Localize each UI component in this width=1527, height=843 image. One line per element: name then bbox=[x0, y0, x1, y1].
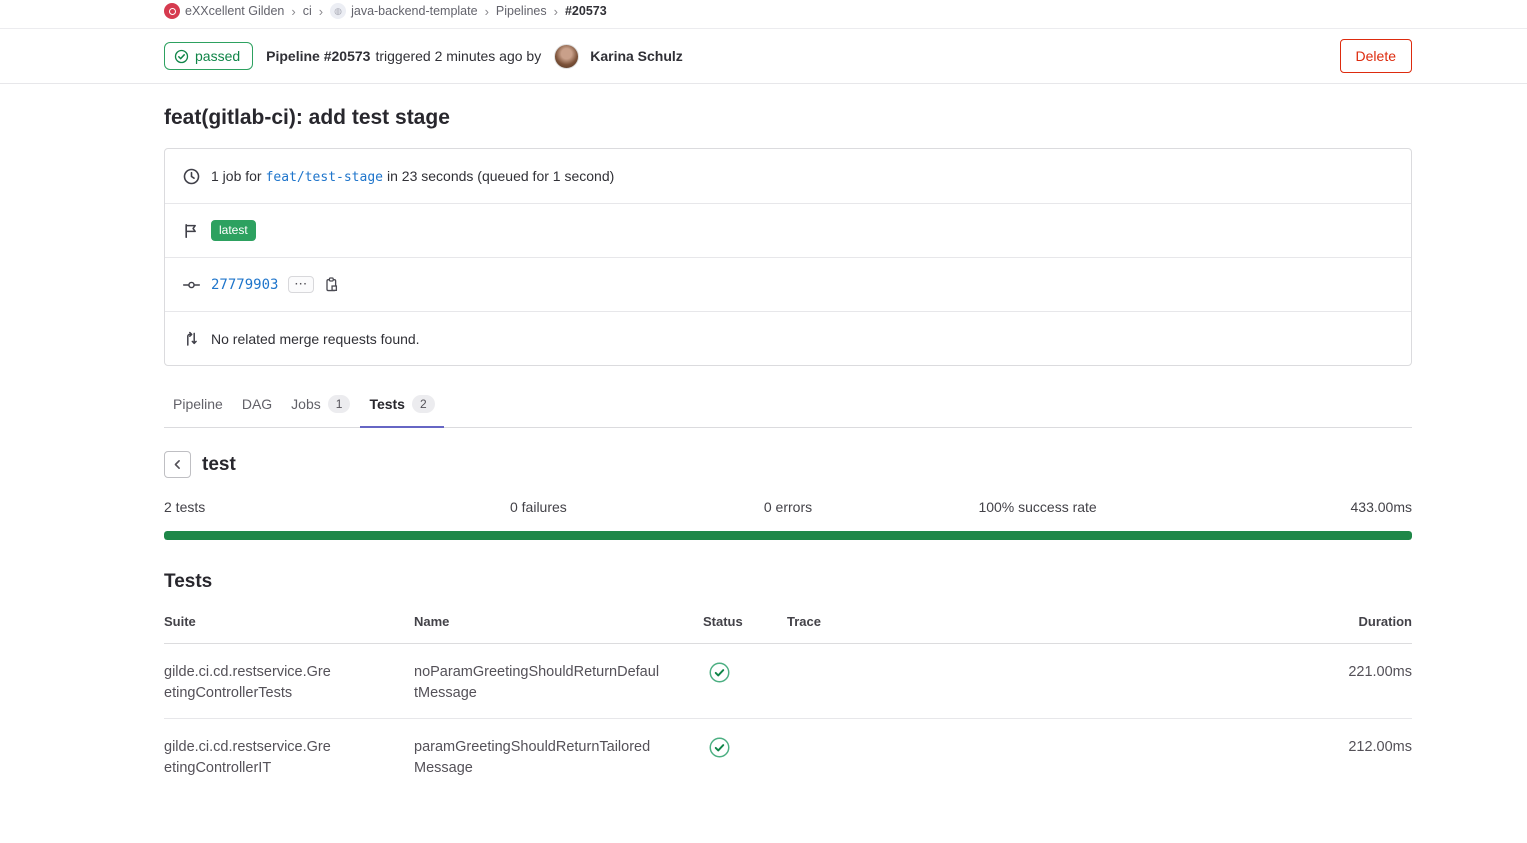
summary-errors: 0 errors bbox=[663, 499, 913, 515]
latest-row: latest bbox=[165, 203, 1411, 257]
group-avatar-icon bbox=[164, 3, 180, 19]
suite-header: test bbox=[164, 451, 1412, 478]
test-passed-icon bbox=[709, 737, 730, 758]
suite-summary: 2 tests 0 failures 0 errors 100% success… bbox=[164, 499, 1412, 515]
user-name-link[interactable]: Karina Schulz bbox=[590, 48, 683, 64]
branch-ref-link[interactable]: feat/test-stage bbox=[266, 170, 383, 185]
pipeline-page: eXXcellent Gilden › ci › ◍ java-backend-… bbox=[0, 0, 1527, 843]
test-duration-cell: 212.00ms bbox=[1292, 719, 1412, 794]
summary-total-tests: 2 tests bbox=[164, 499, 414, 515]
check-circle-icon bbox=[174, 49, 189, 64]
tab-pipeline[interactable]: Pipeline bbox=[164, 382, 232, 428]
breadcrumb: eXXcellent Gilden › ci › ◍ java-backend-… bbox=[164, 3, 1412, 19]
commit-sha-link[interactable]: 27779903 bbox=[211, 277, 278, 293]
chevron-right-icon: › bbox=[554, 4, 558, 19]
pipeline-info-card: 1 job for feat/test-stage in 23 seconds (q… bbox=[164, 148, 1412, 366]
test-suite-cell: gilde.ci.cd.restservice.GreetingControll… bbox=[164, 662, 332, 704]
copy-sha-button[interactable] bbox=[324, 277, 339, 293]
test-trace-cell bbox=[787, 719, 1292, 794]
breadcrumb-group-link[interactable]: eXXcellent Gilden bbox=[164, 3, 284, 19]
test-passed-icon bbox=[709, 662, 730, 683]
status-badge: passed bbox=[164, 42, 253, 70]
tests-section-heading: Tests bbox=[164, 571, 1412, 593]
test-suite-cell: gilde.ci.cd.restservice.GreetingControll… bbox=[164, 737, 332, 779]
test-duration-cell: 221.00ms bbox=[1292, 644, 1412, 719]
progress-bar-fill bbox=[164, 531, 1412, 540]
test-name-cell: paramGreetingShouldReturnTailoredMessage bbox=[414, 737, 662, 779]
triggered-text: triggered 2 minutes ago by bbox=[375, 48, 541, 64]
breadcrumb-pipelines-link[interactable]: Pipelines bbox=[496, 4, 547, 18]
tab-label: Jobs bbox=[291, 396, 321, 412]
tests-count-badge: 2 bbox=[412, 395, 435, 413]
clock-icon bbox=[183, 168, 200, 185]
tab-tests[interactable]: Tests 2 bbox=[360, 382, 443, 428]
breadcrumb-project-link[interactable]: ◍ java-backend-template bbox=[330, 3, 477, 19]
tests-table: Suite Name Status Trace Duration gilde.c… bbox=[164, 595, 1412, 793]
breadcrumb-label: ci bbox=[303, 4, 312, 18]
job-duration-text: 1 job for feat/test-stage in 23 seconds (q… bbox=[211, 168, 618, 185]
table-header-row: Suite Name Status Trace Duration bbox=[164, 595, 1412, 644]
tab-label: Pipeline bbox=[173, 396, 223, 412]
chevron-left-icon bbox=[171, 458, 184, 471]
col-header-trace: Trace bbox=[787, 595, 1292, 644]
pipeline-tabs: Pipeline DAG Jobs 1 Tests 2 bbox=[164, 382, 1412, 428]
job-time-text: in 23 seconds (queued for 1 second) bbox=[387, 168, 614, 184]
merge-request-icon bbox=[183, 331, 200, 347]
job-duration-row: 1 job for feat/test-stage in 23 seconds (q… bbox=[165, 149, 1411, 203]
tab-dag[interactable]: DAG bbox=[233, 382, 281, 428]
commit-title: feat(gitlab-ci): add test stage bbox=[164, 106, 1412, 130]
chevron-right-icon: › bbox=[291, 4, 295, 19]
test-trace-cell bbox=[787, 644, 1292, 719]
summary-failures: 0 failures bbox=[414, 499, 664, 515]
chevron-right-icon: › bbox=[319, 4, 323, 19]
commit-message-toggle-button[interactable]: ··· bbox=[288, 276, 314, 293]
test-name-cell: noParamGreetingShouldReturnDefaultMessag… bbox=[414, 662, 662, 704]
pipeline-id: Pipeline #20573 bbox=[266, 48, 370, 64]
breadcrumb-label: java-backend-template bbox=[351, 4, 477, 18]
summary-duration: 433.00ms bbox=[1162, 499, 1412, 515]
suite-name: test bbox=[202, 454, 236, 476]
col-header-suite: Suite bbox=[164, 595, 414, 644]
project-avatar-icon: ◍ bbox=[330, 3, 346, 19]
table-row: gilde.ci.cd.restservice.GreetingControll… bbox=[164, 644, 1412, 719]
breadcrumb-label: Pipelines bbox=[496, 4, 547, 18]
pipeline-header-bar: passed Pipeline #20573 triggered 2 minut… bbox=[0, 29, 1527, 84]
merge-request-row: No related merge requests found. bbox=[165, 311, 1411, 365]
summary-success-rate: 100% success rate bbox=[913, 499, 1163, 515]
job-count-text: 1 job for bbox=[211, 168, 262, 184]
breadcrumb-bar: eXXcellent Gilden › ci › ◍ java-backend-… bbox=[0, 0, 1527, 29]
status-badge-label: passed bbox=[195, 48, 240, 64]
jobs-count-badge: 1 bbox=[328, 395, 351, 413]
table-row: gilde.ci.cd.restservice.GreetingControll… bbox=[164, 719, 1412, 794]
commit-icon bbox=[183, 278, 200, 292]
breadcrumb-subgroup-link[interactable]: ci bbox=[303, 4, 312, 18]
chevron-right-icon: › bbox=[485, 4, 489, 19]
user-avatar[interactable] bbox=[554, 44, 579, 69]
tab-label: DAG bbox=[242, 396, 272, 412]
back-button[interactable] bbox=[164, 451, 191, 478]
breadcrumb-label: eXXcellent Gilden bbox=[185, 4, 284, 18]
merge-request-text: No related merge requests found. bbox=[211, 331, 420, 347]
delete-button[interactable]: Delete bbox=[1340, 39, 1412, 73]
tab-jobs[interactable]: Jobs 1 bbox=[282, 382, 359, 428]
col-header-duration: Duration bbox=[1292, 595, 1412, 644]
flag-icon bbox=[183, 223, 200, 239]
col-header-name: Name bbox=[414, 595, 703, 644]
clipboard-icon bbox=[324, 277, 339, 293]
success-progress-track bbox=[164, 531, 1412, 540]
pipeline-summary-text: Pipeline #20573 triggered 2 minutes ago … bbox=[266, 44, 683, 69]
breadcrumb-current-pipeline: #20573 bbox=[565, 4, 607, 18]
tab-label: Tests bbox=[369, 396, 405, 412]
commit-row: 27779903 ··· bbox=[165, 257, 1411, 311]
col-header-status: Status bbox=[703, 595, 787, 644]
latest-badge: latest bbox=[211, 220, 256, 240]
